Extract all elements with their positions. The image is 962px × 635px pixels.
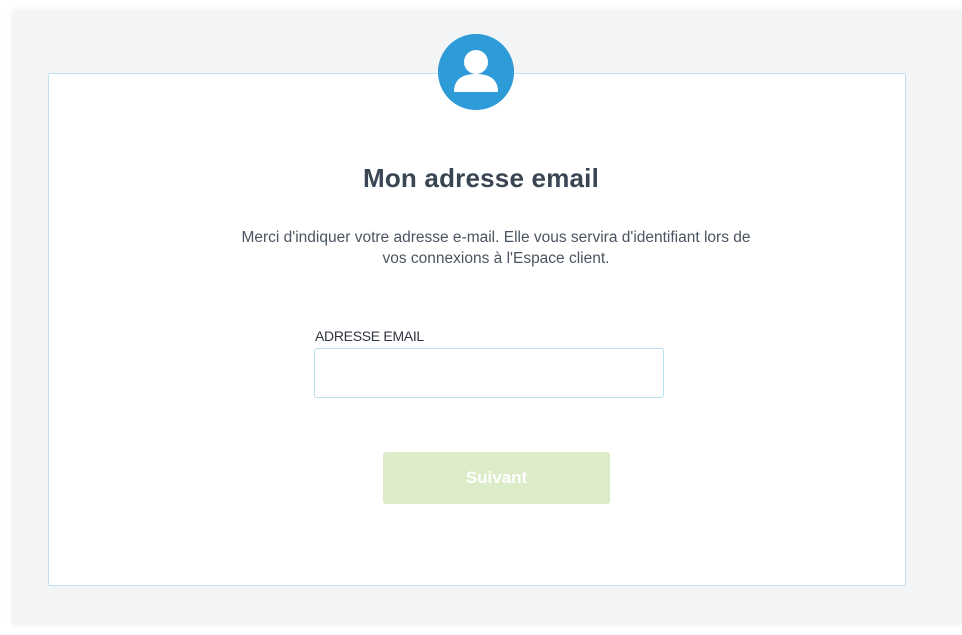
next-button[interactable]: Suivant [383,452,610,504]
email-field[interactable] [314,348,664,398]
email-field-label: ADRESSE EMAIL [315,328,424,344]
page-title: Mon adresse email [362,163,600,193]
email-form-card [48,73,906,586]
user-icon [438,34,514,110]
form-description: Merci d'indiquer votre adresse e-mail. E… [241,229,751,267]
